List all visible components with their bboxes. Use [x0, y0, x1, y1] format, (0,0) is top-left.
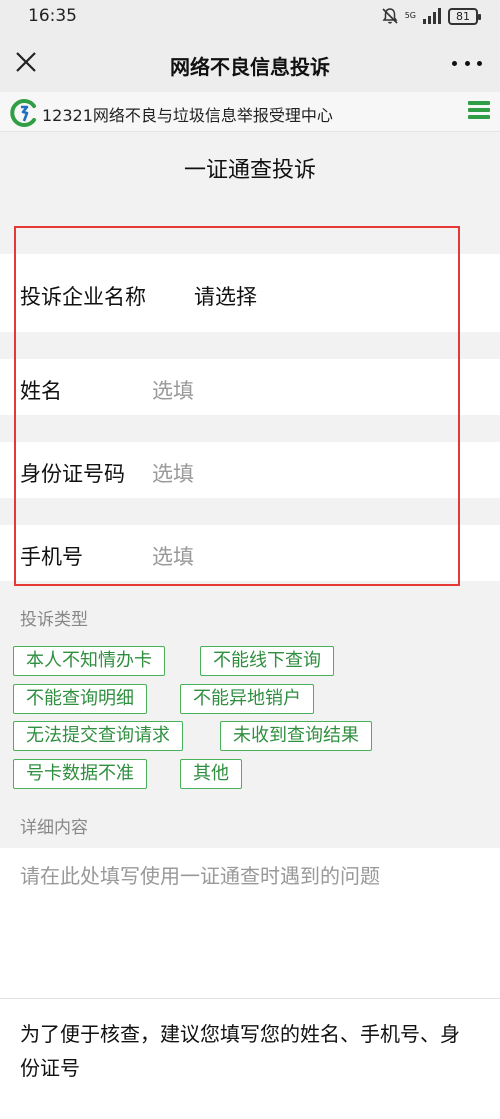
complaint-type-tag[interactable]: 未收到查询结果 [220, 721, 372, 751]
battery-icon: 81 [448, 7, 481, 25]
status-icons: 5G 81 [381, 7, 481, 25]
complaint-type-tag[interactable]: 其他 [180, 759, 242, 789]
mute-icon [382, 8, 398, 24]
complaint-type-tag[interactable]: 不能查询明细 [13, 684, 147, 714]
complaint-type-tag[interactable]: 号卡数据不准 [13, 759, 147, 789]
detail-placeholder: 请在此处填写使用一证通查时遇到的问题 [20, 864, 380, 888]
page-window-title: 网络不良信息投诉 [170, 55, 330, 79]
detail-label: 详细内容 [20, 818, 88, 838]
highlight-annotation [14, 226, 460, 586]
complaint-type-tag[interactable]: 不能线下查询 [200, 646, 334, 676]
note-text: 为了便于核查，建议您填写您的姓名、手机号、身份证号 [20, 1022, 460, 1080]
complaint-type-tag[interactable]: 本人不知情办卡 [13, 646, 165, 676]
menu-icon[interactable] [468, 99, 490, 121]
site-name: 12321网络不良与垃圾信息举报受理中心 [42, 106, 333, 125]
complaint-type-tag[interactable]: 不能异地销户 [180, 684, 314, 714]
signal-icon [423, 8, 441, 24]
note-panel: 为了便于核查，建议您填写您的姓名、手机号、身份证号 [0, 998, 500, 1119]
site-logo-icon [10, 99, 36, 127]
complaint-type-tag[interactable]: 无法提交查询请求 [13, 721, 183, 751]
title-bar: 网络不良信息投诉 [0, 34, 500, 92]
detail-textarea[interactable]: 请在此处填写使用一证通查时遇到的问题 [0, 848, 500, 998]
page-title: 一证通查投诉 [183, 158, 316, 183]
site-header: 12321网络不良与垃圾信息举报受理中心 [0, 92, 500, 132]
more-icon[interactable] [452, 56, 482, 70]
network-type: 5G [404, 11, 416, 20]
status-time: 16:35 [28, 6, 77, 26]
complaint-type-label: 投诉类型 [20, 610, 88, 630]
status-bar: 16:35 5G 81 [0, 0, 500, 34]
